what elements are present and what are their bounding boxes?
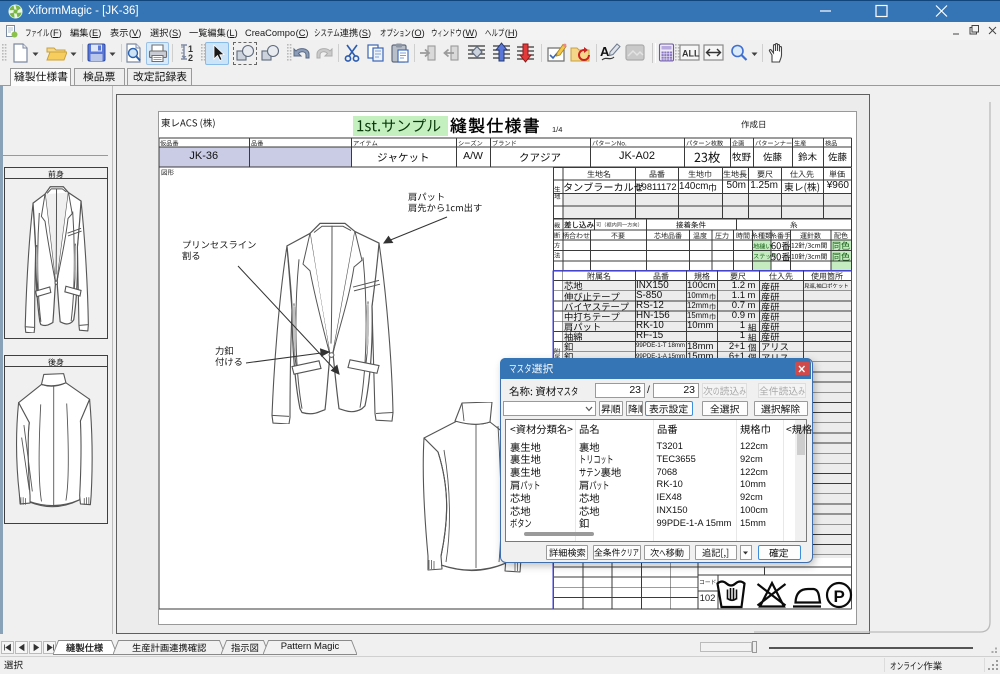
svg-text:P: P bbox=[834, 587, 845, 606]
svg-text:A: A bbox=[600, 44, 610, 59]
svg-text:ALL: ALL bbox=[682, 49, 700, 59]
svg-text:2: 2 bbox=[188, 53, 193, 63]
